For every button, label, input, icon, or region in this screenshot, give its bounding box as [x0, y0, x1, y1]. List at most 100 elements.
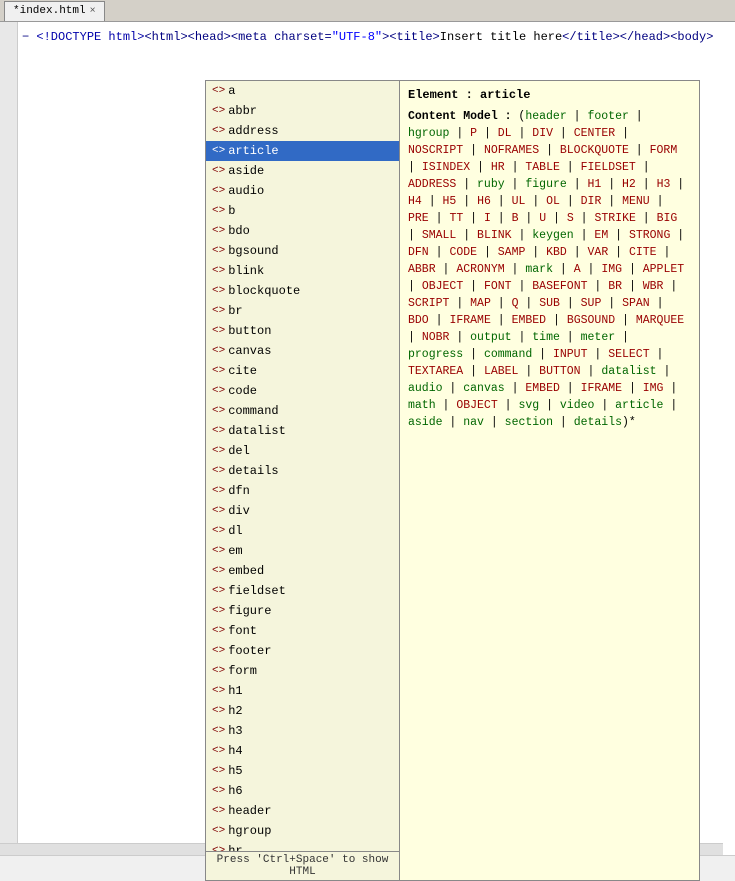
- separator: |: [560, 263, 567, 276]
- autocomplete-item-code[interactable]: <> code: [206, 381, 399, 401]
- separator: |: [615, 229, 622, 242]
- cm-element-upper: MAP: [470, 297, 491, 310]
- autocomplete-item-cite[interactable]: <> cite: [206, 361, 399, 381]
- autocomplete-item-h2[interactable]: <> h2: [206, 701, 399, 721]
- tab-close-button[interactable]: ×: [90, 6, 96, 17]
- separator: |: [622, 314, 629, 327]
- autocomplete-item-font[interactable]: <> font: [206, 621, 399, 641]
- autocomplete-item-details[interactable]: <> details: [206, 461, 399, 481]
- separator: |: [456, 331, 463, 344]
- separator: |: [456, 127, 463, 140]
- tag-icon: <>: [212, 842, 225, 851]
- separator: |: [518, 331, 525, 344]
- autocomplete-item-h6[interactable]: <> h6: [206, 781, 399, 801]
- cm-element-mixed: P: [470, 127, 477, 140]
- separator: |: [677, 229, 684, 242]
- autocomplete-item-a[interactable]: <> a: [206, 81, 399, 101]
- cm-element-lower: section: [505, 416, 553, 429]
- autocomplete-item-dl[interactable]: <> dl: [206, 521, 399, 541]
- cm-element-upper: H6: [477, 195, 491, 208]
- cm-element-lower: video: [560, 399, 595, 412]
- cm-element-upper: FORM: [650, 144, 678, 157]
- separator: |: [449, 416, 456, 429]
- autocomplete-item-abbr[interactable]: <> abbr: [206, 101, 399, 121]
- cm-element-lower: header: [525, 110, 566, 123]
- autocomplete-item-h5[interactable]: <> h5: [206, 761, 399, 781]
- autocomplete-item-footer[interactable]: <> footer: [206, 641, 399, 661]
- tag-icon: <>: [212, 182, 225, 200]
- cm-element-upper: BIG: [657, 212, 678, 225]
- autocomplete-item-hgroup[interactable]: <> hgroup: [206, 821, 399, 841]
- autocomplete-list-inner[interactable]: <> a<> abbr<> address<> article<> aside<…: [206, 81, 399, 851]
- separator: |: [443, 263, 450, 276]
- autocomplete-item-del[interactable]: <> del: [206, 441, 399, 461]
- title-bar: *index.html ×: [0, 0, 735, 22]
- autocomplete-item-button[interactable]: <> button: [206, 321, 399, 341]
- cm-element-upper: STRIKE: [594, 212, 635, 225]
- tag-icon: <>: [212, 782, 225, 800]
- autocomplete-item-fieldset[interactable]: <> fieldset: [206, 581, 399, 601]
- separator: |: [663, 246, 670, 259]
- cm-element-mixed: Q: [512, 297, 519, 310]
- separator: |: [608, 178, 615, 191]
- autocomplete-item-dfn[interactable]: <> dfn: [206, 481, 399, 501]
- autocomplete-item-bdo[interactable]: <> bdo: [206, 221, 399, 241]
- autocomplete-item-blockquote[interactable]: <> blockquote: [206, 281, 399, 301]
- autocomplete-item-article[interactable]: <> article: [206, 141, 399, 161]
- autocomplete-footer: Press 'Ctrl+Space' to show HTML: [206, 851, 399, 880]
- separator: |: [498, 314, 505, 327]
- autocomplete-item-hr[interactable]: <> hr: [206, 841, 399, 851]
- tag-icon: <>: [212, 442, 225, 460]
- autocomplete-item-h4[interactable]: <> h4: [206, 741, 399, 761]
- autocomplete-item-br[interactable]: <> br: [206, 301, 399, 321]
- cm-element-upper: ADDRESS: [408, 178, 456, 191]
- autocomplete-item-div[interactable]: <> div: [206, 501, 399, 521]
- tag-icon: <>: [212, 802, 225, 820]
- tag-icon: <>: [212, 462, 225, 480]
- cm-element-mixed: U: [539, 212, 546, 225]
- autocomplete-item-b[interactable]: <> b: [206, 201, 399, 221]
- separator: |: [443, 399, 450, 412]
- cm-element-upper: H1: [588, 178, 602, 191]
- separator: |: [477, 161, 484, 174]
- autocomplete-item-canvas[interactable]: <> canvas: [206, 341, 399, 361]
- autocomplete-item-em[interactable]: <> em: [206, 541, 399, 561]
- cm-element-upper: BGSOUND: [567, 314, 615, 327]
- cm-element-lower: datalist: [601, 365, 656, 378]
- separator: |: [629, 382, 636, 395]
- autocomplete-item-bgsound[interactable]: <> bgsound: [206, 241, 399, 261]
- cm-element-upper: EMBED: [525, 382, 560, 395]
- autocomplete-item-figure[interactable]: <> figure: [206, 601, 399, 621]
- separator: |: [463, 195, 470, 208]
- autocomplete-item-address[interactable]: <> address: [206, 121, 399, 141]
- autocomplete-item-blink[interactable]: <> blink: [206, 261, 399, 281]
- code-line: − <!DOCTYPE html><html><head><meta chars…: [0, 26, 735, 48]
- separator: |: [636, 110, 643, 123]
- cm-element-lower: svg: [518, 399, 539, 412]
- tag-icon: <>: [212, 322, 225, 340]
- separator: |: [615, 246, 622, 259]
- autocomplete-item-audio[interactable]: <> audio: [206, 181, 399, 201]
- separator: |: [470, 280, 477, 293]
- separator: |: [643, 212, 650, 225]
- separator: |: [429, 195, 436, 208]
- cm-element-upper: IMG: [601, 263, 622, 276]
- editor-tab[interactable]: *index.html ×: [4, 1, 105, 21]
- autocomplete-item-aside[interactable]: <> aside: [206, 161, 399, 181]
- autocomplete-item-h3[interactable]: <> h3: [206, 721, 399, 741]
- autocomplete-item-embed[interactable]: <> embed: [206, 561, 399, 581]
- cm-element-upper: ACRONYM: [456, 263, 504, 276]
- autocomplete-item-h1[interactable]: <> h1: [206, 681, 399, 701]
- autocomplete-item-datalist[interactable]: <> datalist: [206, 421, 399, 441]
- autocomplete-item-header[interactable]: <> header: [206, 801, 399, 821]
- separator: |: [532, 246, 539, 259]
- cm-element-upper: SELECT: [608, 348, 649, 361]
- separator: |: [463, 178, 470, 191]
- autocomplete-item-command[interactable]: <> command: [206, 401, 399, 421]
- autocomplete-item-form[interactable]: <> form: [206, 661, 399, 681]
- element-label: Element : article: [408, 88, 530, 102]
- separator: |: [512, 161, 519, 174]
- separator: |: [498, 212, 505, 225]
- cm-element-upper: OL: [546, 195, 560, 208]
- cm-element-upper: CENTER: [574, 127, 615, 140]
